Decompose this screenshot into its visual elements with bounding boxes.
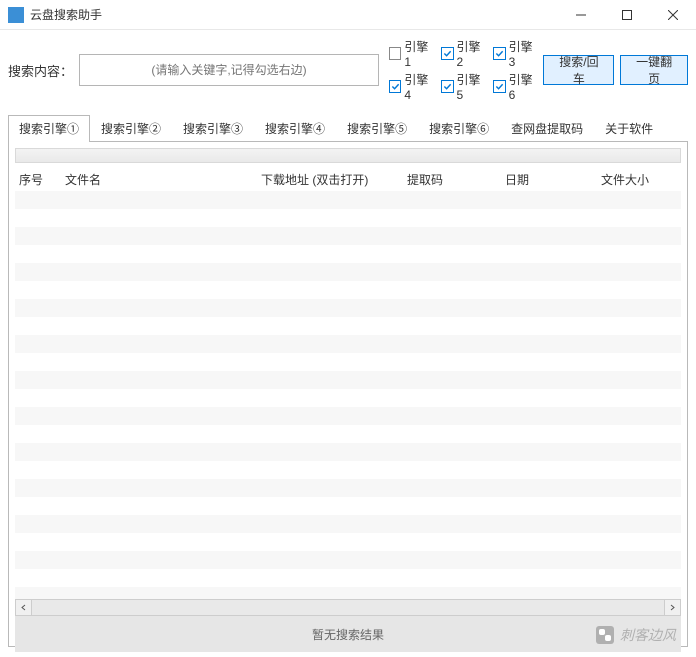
checkbox-icon [441, 47, 453, 60]
results-status-bar: 暂无搜索结果 [15, 616, 681, 652]
engine-checkbox-6[interactable]: 引擎6 [493, 71, 537, 102]
table-row [15, 389, 681, 407]
wechat-icon [596, 626, 614, 644]
table-row [15, 479, 681, 497]
horizontal-scrollbar[interactable] [15, 599, 681, 616]
column-header-5[interactable]: 日期 [501, 171, 597, 188]
window-title: 云盘搜索助手 [30, 6, 558, 23]
table-row [15, 407, 681, 425]
toolbar-spacer [15, 148, 681, 163]
engine-checkbox-3[interactable]: 引擎3 [493, 38, 537, 69]
checkbox-icon [493, 47, 505, 60]
table-row [15, 425, 681, 443]
table-row [15, 533, 681, 551]
checkbox-label: 引擎4 [404, 71, 433, 102]
engine-checkbox-5[interactable]: 引擎5 [441, 71, 485, 102]
tab-6[interactable]: 搜索引擎⑥ [418, 115, 500, 142]
scroll-left-arrow[interactable] [15, 599, 32, 616]
table-row [15, 551, 681, 569]
engine-checkbox-group: 引擎1 引擎2 引擎3 引擎4 引擎5 引擎6 [389, 38, 537, 102]
tab-4[interactable]: 搜索引擎④ [254, 115, 336, 142]
column-header-3[interactable]: 下载地址 (双击打开) [257, 171, 403, 188]
table-row [15, 209, 681, 227]
table-row [15, 353, 681, 371]
tab-7[interactable]: 查网盘提取码 [500, 115, 594, 142]
tab-content: 序号文件名下载地址 (双击打开)提取码日期文件大小 暂无搜索结果 [8, 141, 688, 647]
table-row [15, 587, 681, 599]
engine-checkbox-2[interactable]: 引擎2 [441, 38, 485, 69]
engine-checkbox-4[interactable]: 引擎4 [389, 71, 433, 102]
tab-strip: 搜索引擎①搜索引擎②搜索引擎③搜索引擎④搜索引擎⑤搜索引擎⑥查网盘提取码关于软件 [8, 114, 688, 141]
checkbox-label: 引擎5 [457, 71, 486, 102]
next-page-button[interactable]: 一键翻页 [620, 55, 688, 85]
table-row [15, 569, 681, 587]
minimize-button[interactable] [558, 0, 604, 30]
tab-8[interactable]: 关于软件 [594, 115, 664, 142]
checkbox-label: 引擎6 [509, 71, 538, 102]
checkbox-label: 引擎3 [509, 38, 538, 69]
table-row [15, 497, 681, 515]
table-row [15, 245, 681, 263]
checkbox-icon [389, 47, 401, 60]
table-row [15, 371, 681, 389]
checkbox-label: 引擎1 [404, 38, 433, 69]
checkbox-icon [389, 80, 401, 93]
table-row [15, 335, 681, 353]
column-header-6[interactable]: 文件大小 [597, 171, 667, 188]
table-row [15, 443, 681, 461]
table-row [15, 263, 681, 281]
scroll-right-arrow[interactable] [664, 599, 681, 616]
column-header-1[interactable]: 序号 [15, 171, 61, 188]
tab-1[interactable]: 搜索引擎① [8, 115, 90, 142]
column-header-4[interactable]: 提取码 [403, 171, 501, 188]
checkbox-icon [441, 80, 453, 93]
tab-2[interactable]: 搜索引擎② [90, 115, 172, 142]
search-row: 搜索内容： 引擎1 引擎2 引擎3 引擎4 引擎5 引擎6 搜索/回车 一键翻页 [0, 30, 696, 108]
table-row [15, 317, 681, 335]
table-row [15, 227, 681, 245]
table-body [15, 191, 681, 599]
results-table: 序号文件名下载地址 (双击打开)提取码日期文件大小 [15, 167, 681, 599]
watermark: 刺客边风 [596, 625, 676, 645]
title-bar: 云盘搜索助手 [0, 0, 696, 30]
table-row [15, 191, 681, 209]
watermark-text: 刺客边风 [620, 625, 676, 645]
engine-checkbox-1[interactable]: 引擎1 [389, 38, 433, 69]
scroll-track[interactable] [32, 599, 664, 616]
close-button[interactable] [650, 0, 696, 30]
search-input[interactable] [79, 54, 379, 86]
search-button[interactable]: 搜索/回车 [543, 55, 614, 85]
app-icon [8, 7, 24, 23]
tab-5[interactable]: 搜索引擎⑤ [336, 115, 418, 142]
table-header-row: 序号文件名下载地址 (双击打开)提取码日期文件大小 [15, 167, 681, 191]
tab-container: 搜索引擎①搜索引擎②搜索引擎③搜索引擎④搜索引擎⑤搜索引擎⑥查网盘提取码关于软件… [8, 114, 688, 647]
table-row [15, 515, 681, 533]
tab-3[interactable]: 搜索引擎③ [172, 115, 254, 142]
table-row [15, 299, 681, 317]
maximize-button[interactable] [604, 0, 650, 30]
search-label: 搜索内容： [8, 61, 73, 80]
checkbox-label: 引擎2 [457, 38, 486, 69]
checkbox-icon [493, 80, 505, 93]
table-row [15, 461, 681, 479]
empty-results-text: 暂无搜索结果 [312, 626, 384, 643]
table-row [15, 281, 681, 299]
column-header-2[interactable]: 文件名 [61, 171, 257, 188]
